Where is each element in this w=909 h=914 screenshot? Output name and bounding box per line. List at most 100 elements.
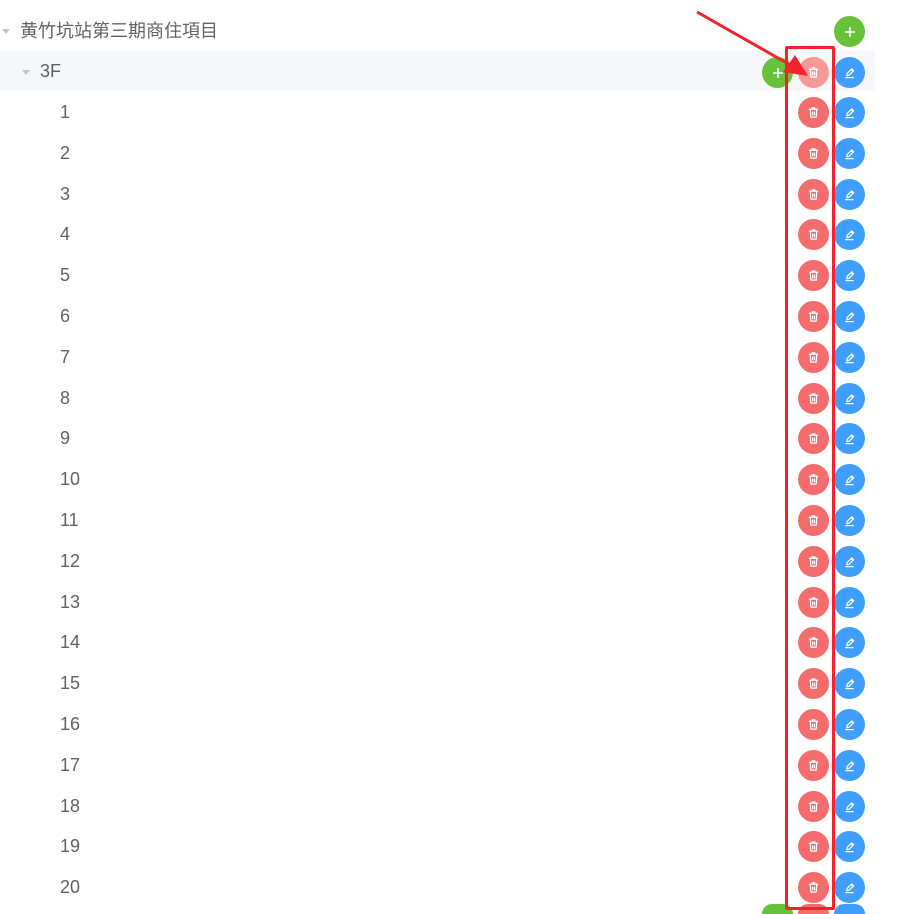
tree-node-label: 15 xyxy=(60,673,81,694)
tree-node-label: 14 xyxy=(60,632,81,653)
edit-icon xyxy=(845,189,855,200)
delete-button[interactable] xyxy=(798,831,829,863)
tree-node-unit[interactable]: 18 xyxy=(0,786,875,826)
tree-node-label: 17 xyxy=(60,754,81,775)
tree-node-root[interactable]: 黄竹坑站第三期商住項目 xyxy=(0,11,875,51)
trash-icon xyxy=(808,678,819,689)
delete-button[interactable] xyxy=(798,586,829,618)
tree-node-unit[interactable]: 6 xyxy=(0,296,875,336)
tree-node-unit[interactable]: 16 xyxy=(0,704,875,744)
tree-node-unit[interactable]: 1 xyxy=(0,92,875,132)
edit-icon xyxy=(845,842,855,853)
tree-node-unit[interactable]: 4 xyxy=(0,214,875,254)
trash-icon xyxy=(808,311,819,322)
delete-button[interactable] xyxy=(798,627,829,659)
delete-button[interactable] xyxy=(798,301,829,332)
delete-button[interactable] xyxy=(798,137,829,169)
edit-button[interactable] xyxy=(834,831,865,863)
edit-icon xyxy=(845,679,855,690)
edit-icon xyxy=(845,434,855,445)
tree-node-unit[interactable]: 9 xyxy=(0,418,875,458)
tree-node-unit[interactable]: 20 xyxy=(0,867,875,907)
trash-icon xyxy=(808,800,819,812)
edit-button[interactable] xyxy=(834,627,865,659)
tree-node-unit[interactable]: 7 xyxy=(0,337,875,377)
caret-down-icon[interactable] xyxy=(2,29,10,34)
tree-node-unit[interactable]: 13 xyxy=(0,582,875,622)
plus-icon xyxy=(844,26,855,37)
delete-button[interactable] xyxy=(798,790,829,822)
edit-button[interactable] xyxy=(834,260,865,292)
delete-button[interactable] xyxy=(798,57,829,88)
delete-button[interactable] xyxy=(798,97,829,128)
delete-button[interactable] xyxy=(798,219,829,251)
edit-button[interactable] xyxy=(834,137,865,169)
edit-button[interactable] xyxy=(834,423,865,455)
tree-node-unit[interactable]: 12 xyxy=(0,541,875,581)
caret-down-icon[interactable] xyxy=(22,70,30,75)
tree-node-label: 6 xyxy=(60,306,71,326)
delete-button[interactable] xyxy=(798,904,829,914)
plus-icon xyxy=(772,67,783,78)
add-button[interactable] xyxy=(762,904,793,914)
tree-node-unit[interactable]: 3 xyxy=(0,174,875,214)
tree-node-unit[interactable]: 17 xyxy=(0,745,875,785)
trash-icon xyxy=(808,229,819,241)
add-button[interactable] xyxy=(834,16,865,47)
delete-button[interactable] xyxy=(798,178,829,210)
trash-icon xyxy=(808,352,819,363)
trash-icon xyxy=(808,841,819,853)
delete-button[interactable] xyxy=(798,341,829,373)
edit-button[interactable] xyxy=(834,790,865,822)
delete-button[interactable] xyxy=(798,749,829,781)
delete-button[interactable] xyxy=(798,260,829,292)
tree-node-label: 3 xyxy=(60,183,71,204)
edit-button[interactable] xyxy=(834,301,865,332)
edit-button[interactable] xyxy=(834,904,865,914)
delete-button[interactable] xyxy=(798,423,829,455)
tree-node-unit[interactable]: 19 xyxy=(0,826,875,866)
edit-button[interactable] xyxy=(834,178,865,210)
trash-icon xyxy=(808,719,819,730)
tree-node-floor[interactable]: 3F xyxy=(0,51,875,91)
add-button[interactable] xyxy=(762,57,793,88)
tree-node-unit[interactable]: 5 xyxy=(0,255,875,295)
edit-icon xyxy=(845,108,855,119)
edit-icon xyxy=(845,230,855,241)
tree-node-unit[interactable]: 10 xyxy=(0,459,875,499)
tree-node-unit[interactable]: 14 xyxy=(0,622,875,662)
edit-button[interactable] xyxy=(834,668,865,700)
delete-button[interactable] xyxy=(798,709,829,740)
delete-button[interactable] xyxy=(798,505,829,536)
delete-button[interactable] xyxy=(798,545,829,577)
tree-node-label: 11 xyxy=(60,510,79,530)
trash-icon xyxy=(808,188,819,200)
delete-button[interactable] xyxy=(798,464,829,496)
delete-button[interactable] xyxy=(798,872,829,904)
edit-icon xyxy=(845,556,855,568)
edit-button[interactable] xyxy=(834,464,865,496)
delete-button[interactable] xyxy=(798,668,829,700)
edit-button[interactable] xyxy=(834,872,865,904)
edit-button[interactable] xyxy=(834,709,865,740)
edit-button[interactable] xyxy=(834,586,865,618)
edit-button[interactable] xyxy=(834,505,865,536)
tree-node-unit[interactable]: 15 xyxy=(0,663,875,703)
edit-icon xyxy=(845,638,855,649)
edit-button[interactable] xyxy=(834,341,865,373)
tree-node-unit[interactable]: 2 xyxy=(0,133,875,173)
edit-icon xyxy=(845,393,855,404)
edit-button[interactable] xyxy=(834,749,865,781)
tree-node-unit[interactable]: 11 xyxy=(0,500,875,540)
edit-button[interactable] xyxy=(834,57,865,88)
edit-button[interactable] xyxy=(834,382,865,414)
edit-button[interactable] xyxy=(834,545,865,577)
tree-node-unit[interactable]: 8 xyxy=(0,378,875,418)
edit-button[interactable] xyxy=(834,97,865,128)
edit-button[interactable] xyxy=(834,219,865,251)
edit-icon xyxy=(845,475,855,486)
trash-icon xyxy=(808,882,819,893)
delete-button[interactable] xyxy=(798,382,829,414)
tree-node-label: 2 xyxy=(60,142,71,163)
trash-icon xyxy=(808,637,819,649)
